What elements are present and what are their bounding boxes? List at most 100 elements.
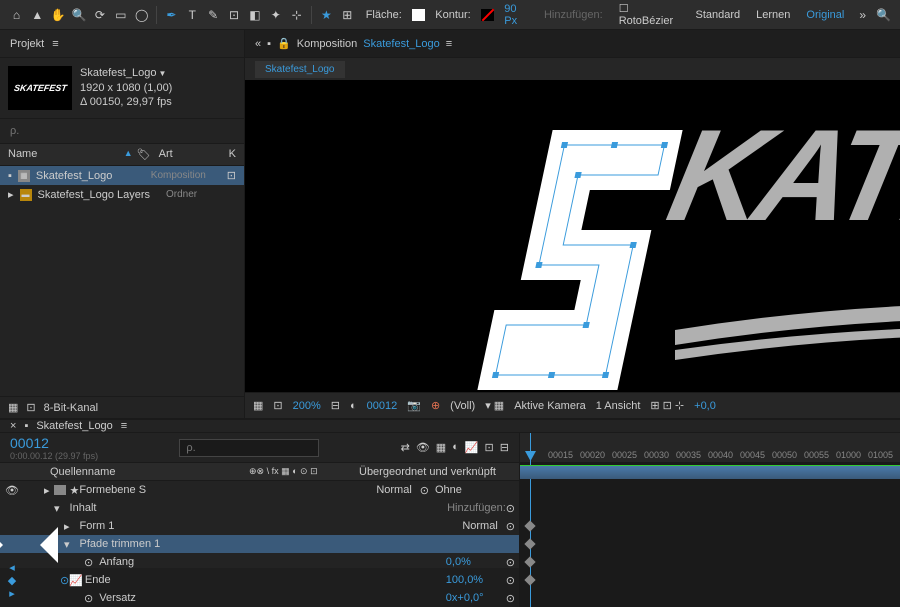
camera-select[interactable]: Aktive Kamera: [514, 400, 586, 412]
project-item[interactable]: ▸ ▬ Skatefest_Logo Layers Ordner: [0, 185, 244, 204]
col-source[interactable]: Quellenname: [50, 466, 249, 478]
search-icon[interactable]: 🔍: [875, 5, 892, 25]
panel-menu-icon[interactable]: ≡: [52, 38, 58, 50]
tab-menu-icon[interactable]: ≡: [121, 420, 127, 432]
mask-icon[interactable]: ◐: [350, 400, 357, 412]
3d-icon[interactable]: ⊞ ⊡ ⊹: [650, 399, 684, 412]
comp-tab[interactable]: Skatefest_Logo: [255, 61, 345, 78]
link-icon[interactable]: ⊙: [506, 520, 515, 533]
resolution-mode[interactable]: (Voll): [450, 400, 475, 412]
prev-tab-icon[interactable]: «: [255, 38, 261, 50]
graph-icon[interactable]: 📈: [69, 574, 83, 587]
zoom-level[interactable]: 200%: [293, 400, 321, 412]
col-parent[interactable]: Übergeordnet und verknüpft: [359, 466, 509, 478]
grid-icon[interactable]: ⊞: [339, 5, 356, 25]
snapshot-icon[interactable]: 📷: [407, 399, 421, 412]
keyframe[interactable]: [524, 574, 535, 585]
lock-icon[interactable]: 🔒: [277, 37, 291, 50]
link-icon[interactable]: ⊙: [506, 592, 515, 605]
link-icon[interactable]: ⊙: [506, 556, 515, 569]
stamp-icon[interactable]: ⊡: [226, 5, 243, 25]
stopwatch-icon[interactable]: ⊙: [84, 556, 93, 569]
view-options-icon[interactable]: ▾ ▦: [485, 399, 504, 412]
star-icon[interactable]: ★: [318, 5, 335, 25]
stroke-swatch[interactable]: [481, 9, 495, 21]
exposure[interactable]: +0,0: [694, 400, 716, 412]
frame-blend-icon[interactable]: ▦: [436, 441, 446, 454]
more-icon[interactable]: »: [854, 5, 871, 25]
puppet-icon[interactable]: ⊹: [288, 5, 305, 25]
guides-icon[interactable]: ⊡: [273, 399, 282, 412]
tab-menu-icon[interactable]: ≡: [446, 38, 452, 50]
tag-icon[interactable]: 🏷: [137, 148, 151, 161]
draft-icon[interactable]: ⊡: [485, 441, 494, 454]
collapse-icon[interactable]: ⊟: [500, 441, 509, 454]
rect-icon[interactable]: ▭: [112, 5, 129, 25]
timecode[interactable]: 00012: [10, 435, 98, 451]
timeline-comp[interactable]: Skatefest_Logo: [36, 420, 112, 432]
property-row[interactable]: ⊙ Versatz 0x+0,0° ⊙: [0, 589, 519, 607]
expand-icon[interactable]: ▸: [8, 188, 14, 201]
layer-group[interactable]: ▾ Pfade trimmen 1: [0, 535, 519, 553]
keyframe[interactable]: [524, 538, 535, 549]
col-type[interactable]: Art: [159, 148, 229, 161]
bit-depth[interactable]: 8-Bit-Kanal: [44, 402, 98, 414]
search-input[interactable]: [10, 125, 234, 137]
home-icon[interactable]: ⌂: [8, 5, 25, 25]
ellipse-icon[interactable]: ◯: [133, 5, 150, 25]
workspace-standard[interactable]: Standard: [690, 9, 747, 21]
composition-viewer[interactable]: KATEFE: [245, 80, 900, 392]
col-k[interactable]: K: [229, 148, 236, 161]
layer-row[interactable]: 👁 ▸ ★ Formebene S Normal ⊙ Ohne: [0, 481, 519, 499]
graph-icon[interactable]: 📈: [465, 441, 479, 454]
pen-icon[interactable]: ✒: [163, 5, 180, 25]
motion-blur-icon[interactable]: ◐: [452, 441, 459, 454]
brush-icon[interactable]: ✎: [205, 5, 222, 25]
effects-icon[interactable]: ⊡: [26, 401, 35, 414]
channel-icon[interactable]: ⊕: [431, 399, 440, 412]
property-row[interactable]: ⊙ Anfang 0,0% ⊙: [0, 553, 519, 571]
rotobezier-checkbox[interactable]: ☐ RotoBézier: [613, 2, 682, 27]
col-name[interactable]: Name: [8, 148, 124, 161]
grid-toggle-icon[interactable]: ▦: [253, 399, 263, 412]
orbit-icon[interactable]: ⟳: [92, 5, 109, 25]
zoom-icon[interactable]: 🔍: [71, 5, 88, 25]
timeline-tracks[interactable]: 00015 00020 00025 00030 00035 00040 0004…: [520, 433, 900, 607]
settings-icon[interactable]: ▦: [8, 401, 18, 414]
stroke-width[interactable]: 90 Px: [498, 3, 534, 27]
eraser-icon[interactable]: ◧: [246, 5, 263, 25]
layer-group[interactable]: ▾ Inhalt Hinzufügen: ⊙: [0, 499, 519, 517]
stopwatch-icon[interactable]: ⊙: [60, 574, 69, 587]
add-menu-icon[interactable]: ⊙: [506, 502, 515, 515]
link-icon[interactable]: ⊙: [506, 574, 515, 587]
asset-name[interactable]: Skatefest_Logo▼: [80, 66, 236, 81]
close-tab-icon[interactable]: ×: [10, 420, 16, 432]
filter-icon[interactable]: ⇄: [401, 441, 410, 454]
add-label[interactable]: Hinzufügen:: [447, 502, 506, 514]
visibility-icon[interactable]: 👁: [4, 484, 20, 497]
workspace-learn[interactable]: Lernen: [750, 9, 796, 21]
select-icon[interactable]: ▲: [29, 5, 46, 25]
layer-search-input[interactable]: [179, 439, 319, 457]
layer-group[interactable]: ▸ Form 1 Normal ⊙: [0, 517, 519, 535]
expand-icon[interactable]: ▸: [44, 484, 50, 497]
current-frame[interactable]: 00012: [367, 400, 398, 412]
hand-icon[interactable]: ✋: [50, 5, 67, 25]
parent-select[interactable]: Ohne: [435, 484, 515, 496]
fill-swatch[interactable]: [412, 9, 426, 21]
resolution-icon[interactable]: ⊟: [331, 399, 340, 412]
view-count[interactable]: 1 Ansicht: [596, 400, 641, 412]
workspace-original[interactable]: Original: [800, 9, 850, 21]
shy-icon[interactable]: 👁: [416, 441, 430, 454]
parent-link-icon[interactable]: ⊙: [420, 484, 429, 497]
text-icon[interactable]: T: [184, 5, 201, 25]
project-item[interactable]: ▪ ▦ Skatefest_Logo Komposition ⊡: [0, 166, 244, 185]
property-row[interactable]: ◂ ◆ ▸ ⊙ 📈 Ende 100,0% ⊙: [0, 571, 519, 589]
comp-breadcrumb[interactable]: Skatefest_Logo: [363, 38, 439, 50]
keyframe[interactable]: [524, 556, 535, 567]
roto-icon[interactable]: ✦: [267, 5, 284, 25]
sort-icon[interactable]: ▲: [124, 148, 133, 161]
time-ruler[interactable]: 00015 00020 00025 00030 00035 00040 0004…: [520, 433, 900, 463]
add-label[interactable]: Hinzufügen:: [538, 9, 609, 21]
keyframe[interactable]: [524, 520, 535, 531]
